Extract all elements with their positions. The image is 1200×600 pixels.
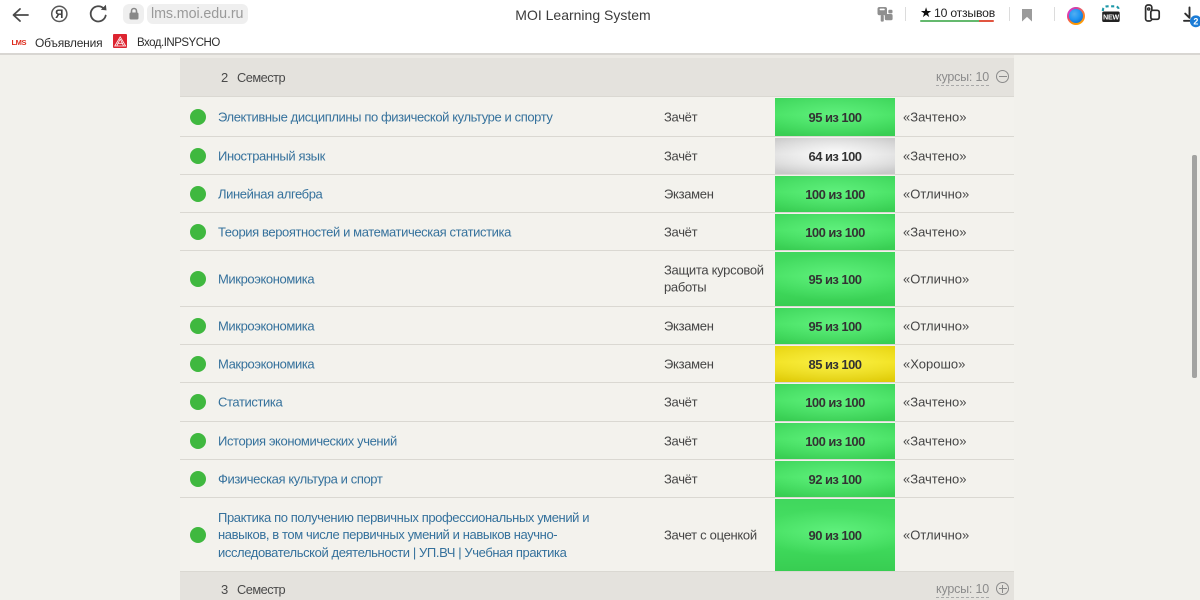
svg-text:2: 2: [1193, 17, 1198, 27]
svg-text:NEW: NEW: [1103, 15, 1119, 22]
svg-text:Я: Я: [55, 9, 63, 21]
